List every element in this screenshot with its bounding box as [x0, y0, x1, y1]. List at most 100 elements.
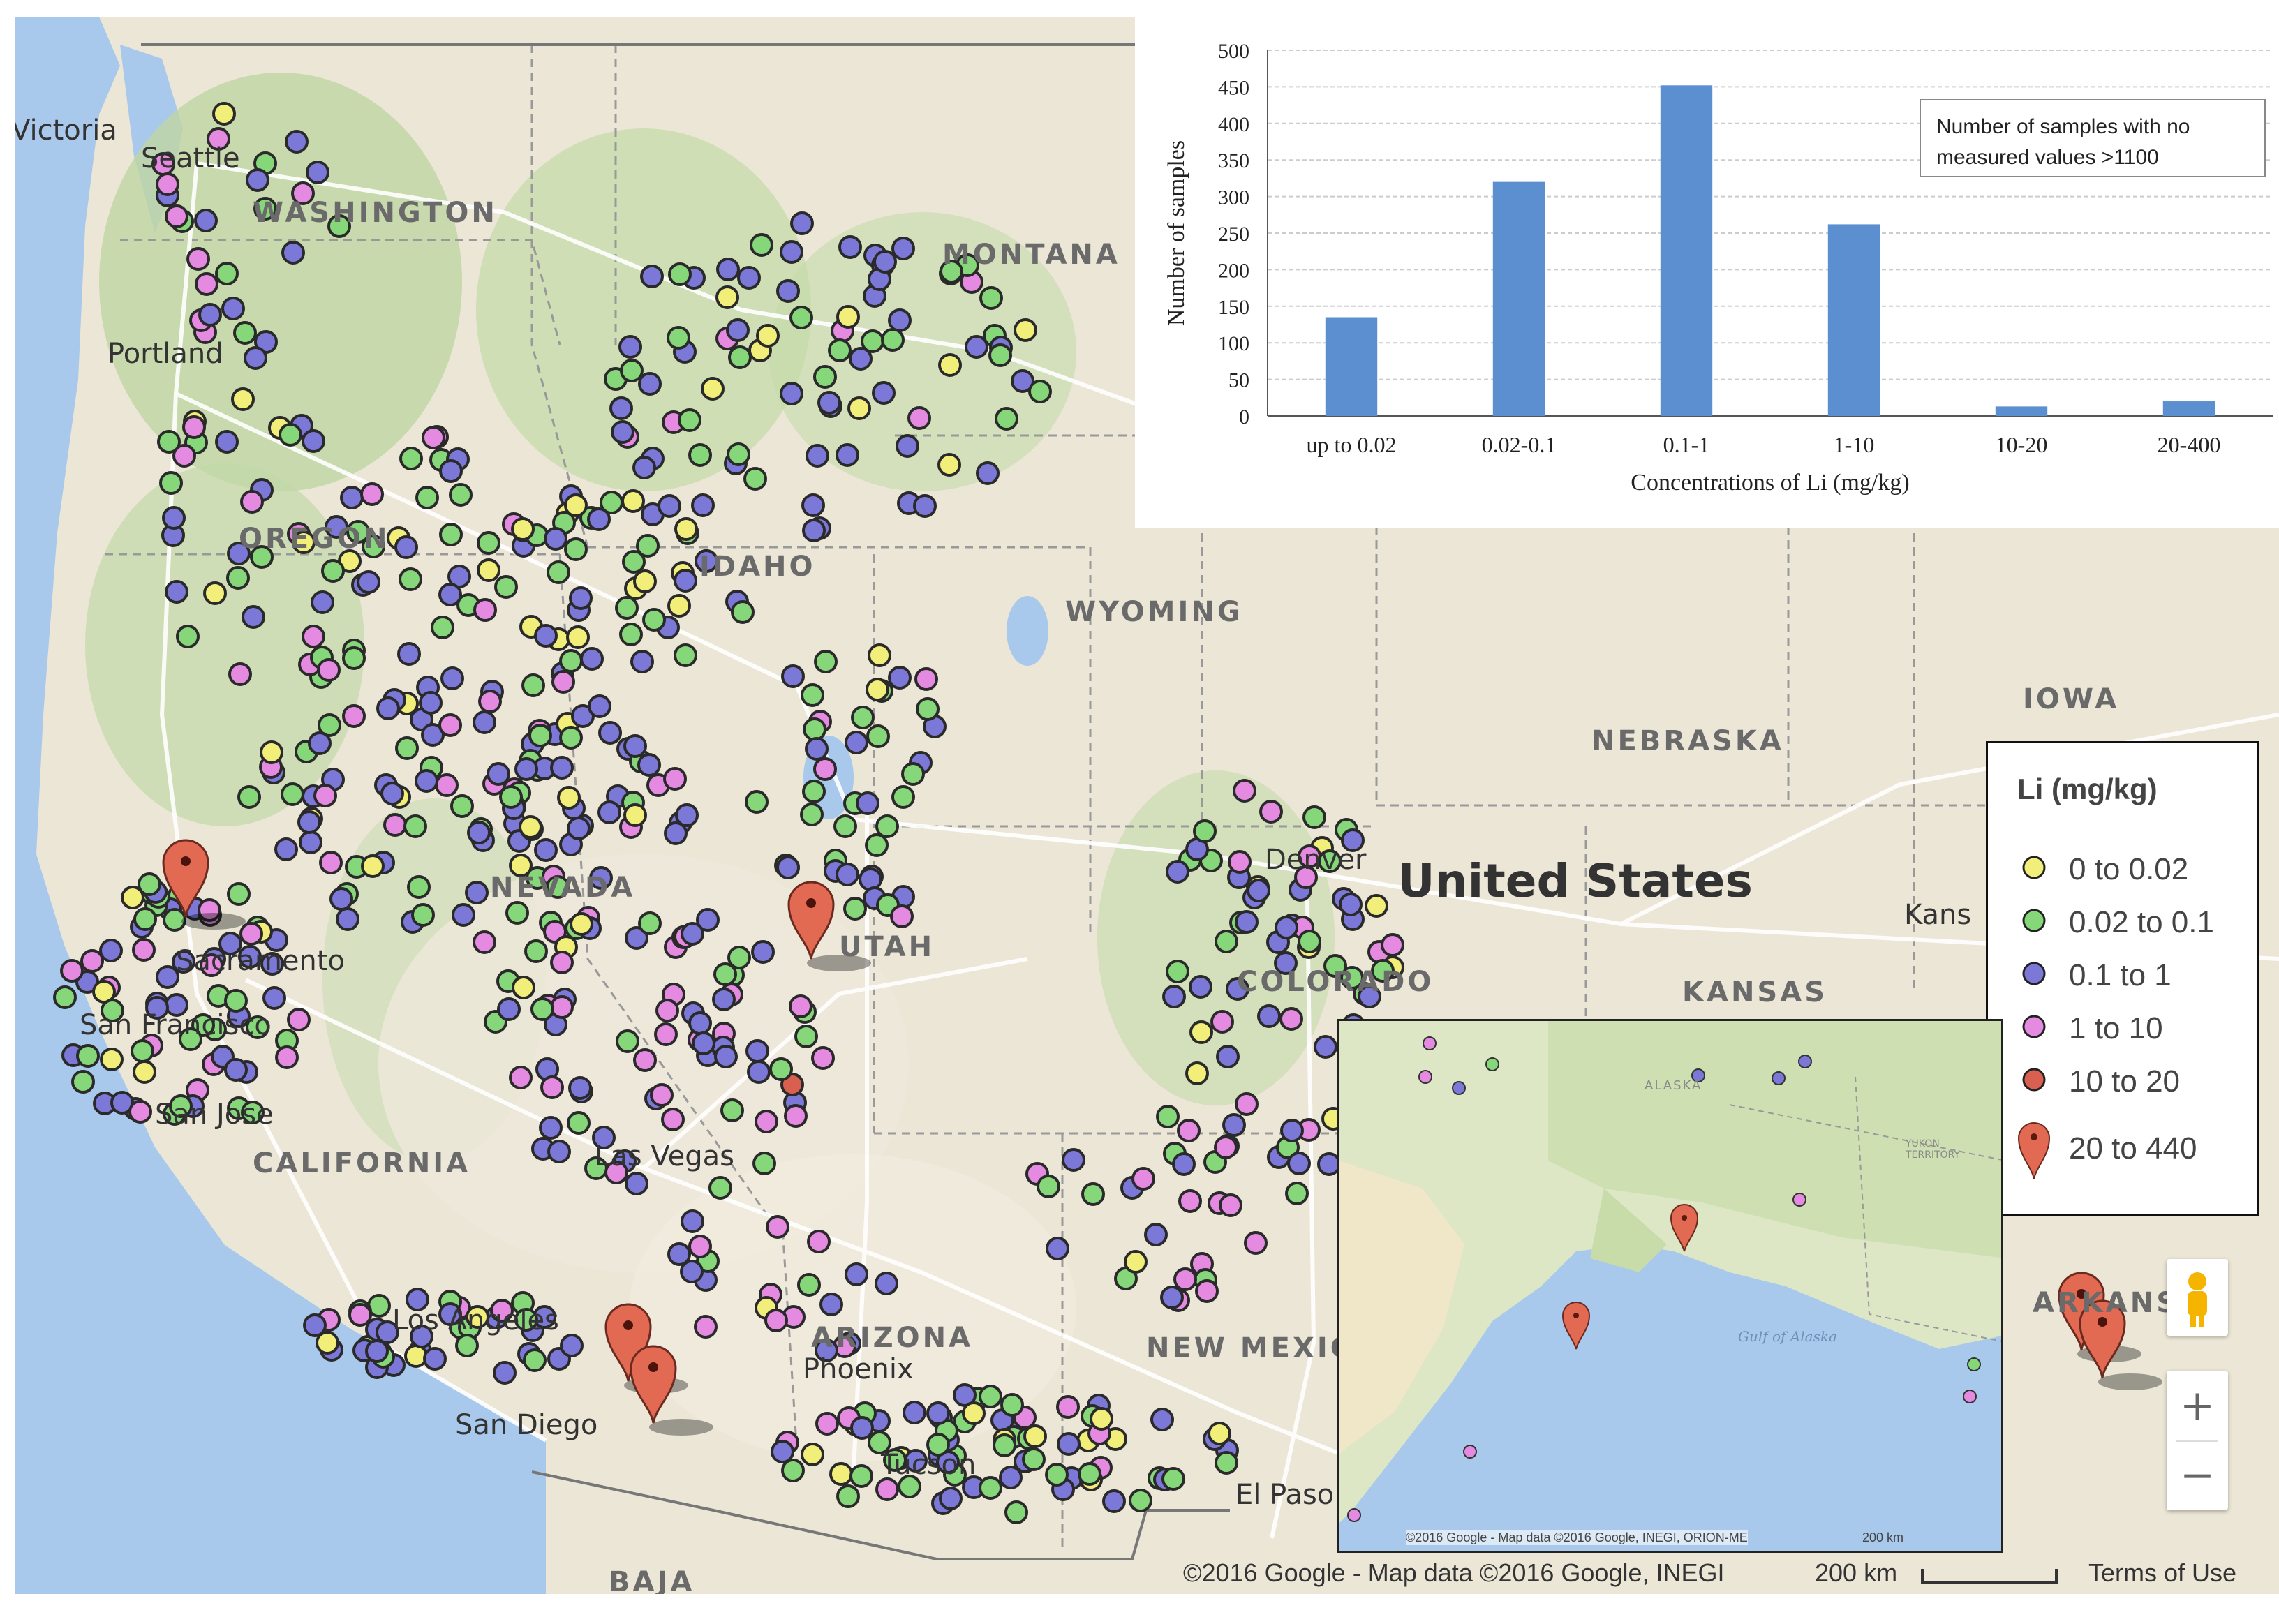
- country-label-united-states: United States: [1397, 854, 1753, 908]
- legend-swatch-2: [2022, 962, 2046, 985]
- y-axis-label: Number of samples: [1164, 140, 1189, 326]
- histogram-panel: 0 50 100 150 200 250 300 350 400 450 500 up to 0.02…: [1135, 17, 2279, 528]
- sample-marker: [881, 328, 905, 352]
- x-axis-label: Concentrations of Li (mg/kg): [1631, 470, 1909, 496]
- sample-marker: [100, 1048, 124, 1071]
- pegman-icon: [2188, 1272, 2207, 1327]
- sample-marker: [438, 583, 462, 606]
- sample-marker: [564, 537, 588, 561]
- sample-marker: [569, 586, 593, 610]
- sample-marker: [836, 1484, 860, 1508]
- sample-marker: [714, 1045, 738, 1068]
- city-label-el-paso: El Paso: [1235, 1479, 1335, 1511]
- chart-annotation-box: Number of samples with no measured value…: [1920, 99, 2266, 177]
- sample-marker: [557, 786, 581, 810]
- sample-marker: [176, 625, 200, 648]
- y-tick-label: 250: [1218, 223, 1249, 246]
- map-pin-icon: [2017, 1122, 2051, 1179]
- sample-marker: [849, 1464, 873, 1488]
- sample-marker: [916, 697, 940, 721]
- city-label-los-angeles: Los Angeles: [392, 1304, 559, 1336]
- sample-marker: [1228, 850, 1252, 874]
- street-view-pegman-button[interactable]: [2167, 1259, 2228, 1336]
- sample-marker: [215, 430, 239, 454]
- bar-0: [1325, 317, 1378, 416]
- city-label-phoenix: Phoenix: [803, 1353, 914, 1385]
- state-label-utah: UTAH: [839, 931, 935, 963]
- sample-marker: [397, 642, 421, 666]
- sample-marker: [1302, 805, 1326, 829]
- zoom-controls: + −: [2167, 1371, 2228, 1510]
- sample-marker: [71, 1070, 95, 1094]
- sample-marker: [914, 667, 938, 691]
- sample-marker: [547, 1140, 571, 1163]
- sample-marker: [623, 803, 647, 827]
- zoom-out-button[interactable]: −: [2167, 1440, 2228, 1510]
- sample-marker: [630, 650, 654, 673]
- city-label-las-vegas: Las Vegas: [595, 1140, 734, 1172]
- sample-marker: [231, 387, 255, 411]
- legend-swatch-3: [2022, 1015, 2046, 1038]
- sample-marker: [399, 567, 422, 591]
- sample-marker: [570, 912, 593, 936]
- sample-marker: [1314, 1035, 1337, 1059]
- sample-marker: [845, 1262, 868, 1286]
- sample-marker: [285, 130, 309, 154]
- sample-marker: [505, 901, 529, 925]
- x-tick-label: 0.1-1: [1663, 432, 1710, 457]
- sample-marker: [633, 1048, 657, 1072]
- sample-marker: [708, 1176, 732, 1200]
- sample-marker: [133, 907, 157, 931]
- sample-marker: [747, 1060, 771, 1084]
- sample-marker: [896, 434, 919, 458]
- sample-marker: [667, 594, 691, 618]
- sample-marker: [888, 666, 912, 690]
- sample-marker: [1037, 1175, 1060, 1198]
- alaska-inset-map[interactable]: ALASKA YUKON TERRITORY Gulf of Alaska ©2…: [1337, 1019, 2003, 1553]
- sample-marker: [544, 527, 567, 551]
- sample-marker: [674, 517, 698, 541]
- sample-marker: [530, 997, 554, 1021]
- sample-marker: [1062, 1148, 1085, 1172]
- zoom-in-button[interactable]: +: [2167, 1371, 2228, 1440]
- sample-marker: [836, 443, 859, 467]
- x-tick-label: 1-10: [1834, 432, 1875, 457]
- sample-marker: [1216, 1045, 1240, 1068]
- sample-marker: [802, 780, 826, 803]
- sample-marker: [394, 535, 418, 559]
- sample-marker: [415, 769, 438, 793]
- state-label-wyoming: WYOMING: [1065, 596, 1243, 628]
- sample-marker: [165, 580, 188, 604]
- city-label-victoria: Victoria: [15, 114, 117, 147]
- sample-marker: [1381, 933, 1404, 957]
- sample-marker: [1280, 1119, 1304, 1142]
- legend-label-0: 0 to 0.02: [2069, 852, 2189, 886]
- sample-marker: [715, 285, 739, 309]
- sample-marker: [450, 794, 474, 818]
- sample-marker: [642, 608, 666, 632]
- sample-marker: [802, 519, 826, 542]
- sample-marker: [688, 443, 712, 467]
- sample-marker: [348, 1303, 372, 1327]
- sample-marker: [357, 570, 380, 594]
- bar-1: [1492, 181, 1545, 416]
- sample-marker: [329, 887, 353, 911]
- map-attribution: ©2016 Google - Map data ©2016 Google, IN…: [1183, 1558, 1725, 1587]
- sample-marker: [784, 1104, 808, 1128]
- sample-marker: [133, 1060, 156, 1084]
- sample-marker: [128, 1100, 152, 1124]
- sample-marker: [907, 406, 931, 430]
- sample-marker: [1172, 1152, 1196, 1176]
- sample-marker: [227, 882, 251, 906]
- sample-marker: [262, 986, 286, 1010]
- sample-marker: [321, 559, 345, 583]
- sample-marker: [640, 265, 664, 288]
- map-pin-dot: [806, 898, 816, 908]
- sample-marker: [439, 523, 463, 546]
- sample-marker: [737, 266, 761, 290]
- sample-marker: [875, 1477, 899, 1501]
- legend-item-5: 20 to 440: [2014, 1113, 2197, 1183]
- sample-marker: [801, 683, 824, 707]
- sample-marker: [395, 736, 419, 760]
- terms-of-use-link[interactable]: Terms of Use: [2088, 1558, 2236, 1588]
